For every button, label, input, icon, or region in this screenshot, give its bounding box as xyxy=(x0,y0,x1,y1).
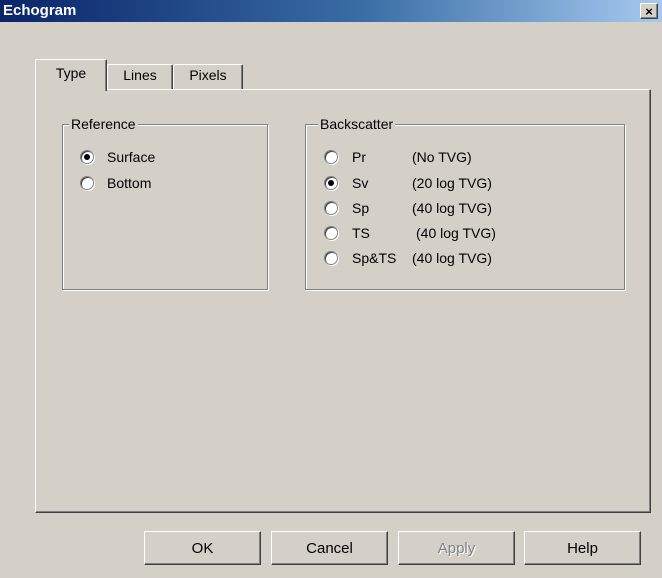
tab-lines[interactable]: Lines xyxy=(107,64,173,89)
backscatter-option-sp[interactable]: Sp (40 log TVG) xyxy=(324,198,524,218)
apply-button-label: Apply xyxy=(437,539,476,557)
help-button-label: Help xyxy=(567,539,598,557)
radio-label: Sp xyxy=(352,200,370,216)
radio-button[interactable] xyxy=(324,251,338,265)
tab-type-label: Type xyxy=(55,65,87,81)
backscatter-option-ts[interactable]: TS (40 log TVG) xyxy=(324,223,524,243)
cancel-button[interactable]: Cancel xyxy=(271,531,388,565)
radio-label: Surface xyxy=(107,149,156,165)
apply-button[interactable]: Apply xyxy=(398,531,515,565)
backscatter-option-sp-ts[interactable]: Sp&TS (40 log TVG) xyxy=(324,248,524,268)
radio-button[interactable] xyxy=(324,226,338,240)
radio-desc: (40 log TVG) xyxy=(412,250,492,266)
tab-pixels[interactable]: Pixels xyxy=(173,64,243,89)
radio-label: Sv xyxy=(352,175,369,191)
ok-button-label: OK xyxy=(191,539,214,557)
reference-option-surface[interactable]: Surface xyxy=(80,147,155,167)
backscatter-option-pr[interactable]: Pr (No TVG) xyxy=(324,147,524,167)
backscatter-option-sv[interactable]: Sv (20 log TVG) xyxy=(324,173,524,193)
reference-option-bottom[interactable]: Bottom xyxy=(80,173,151,193)
backscatter-group-label: Backscatter xyxy=(318,115,396,133)
radio-button[interactable] xyxy=(324,150,338,164)
tab-lines-label: Lines xyxy=(123,67,157,83)
radio-button[interactable] xyxy=(80,150,94,164)
radio-desc: (20 log TVG) xyxy=(412,175,492,191)
radio-desc: (40 log TVG) xyxy=(412,200,492,216)
radio-label: Sp&TS xyxy=(352,250,397,266)
reference-group-label: Reference xyxy=(69,115,138,133)
close-button[interactable]: × xyxy=(640,3,658,19)
ok-button[interactable]: OK xyxy=(144,531,261,565)
cancel-button-label: Cancel xyxy=(306,539,353,557)
radio-label: Bottom xyxy=(107,175,152,191)
window-title: Echogram xyxy=(3,2,77,19)
radio-label: TS xyxy=(352,225,370,241)
radio-label: Pr xyxy=(352,149,366,165)
tab-type[interactable]: Type xyxy=(35,59,107,91)
radio-button[interactable] xyxy=(324,176,338,190)
radio-button[interactable] xyxy=(324,201,338,215)
title-bar: Echogram × xyxy=(0,0,662,22)
tab-pixels-label: Pixels xyxy=(189,67,227,83)
help-button[interactable]: Help xyxy=(524,531,641,565)
radio-desc: (40 log TVG) xyxy=(416,225,496,241)
close-icon: × xyxy=(645,3,653,19)
radio-button[interactable] xyxy=(80,176,94,190)
radio-desc: (No TVG) xyxy=(412,149,472,165)
